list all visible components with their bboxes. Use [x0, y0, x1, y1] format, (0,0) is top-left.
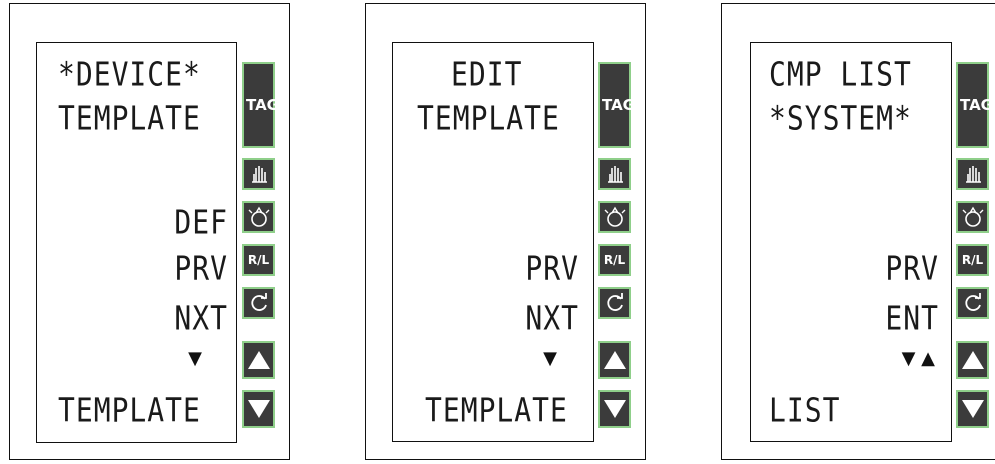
hand-icon: [965, 166, 981, 183]
hand-key[interactable]: [956, 158, 989, 190]
refresh-icon: [964, 293, 981, 311]
down-arrow-icon: [961, 400, 984, 418]
refresh-icon: [250, 293, 267, 311]
lcd-footer: TEMPLATE: [58, 391, 201, 430]
actuator-key[interactable]: [956, 201, 989, 233]
lcd-screen-2: EDIT TEMPLATE PRV NXT ▼ TEMPLATE: [392, 42, 594, 442]
refresh-key[interactable]: [242, 287, 275, 319]
down-key[interactable]: [598, 390, 631, 428]
rl-key-label: R/L: [961, 253, 984, 267]
rl-key[interactable]: R/L: [956, 244, 989, 276]
hand-icon: [607, 166, 623, 183]
down-key[interactable]: [956, 390, 989, 428]
lcd-title-line2: *SYSTEM*: [769, 99, 912, 138]
lcd-title-line2: TEMPLATE: [417, 99, 560, 138]
hand-icon: [251, 166, 267, 183]
scroll-indicator: ▼: [188, 348, 202, 369]
lcd-footer: LIST: [769, 391, 841, 430]
rl-key-label: R/L: [247, 253, 270, 267]
down-arrow-icon: [603, 400, 626, 418]
up-key[interactable]: [956, 341, 989, 379]
up-key[interactable]: [598, 341, 631, 379]
actuator-key[interactable]: [598, 201, 631, 233]
actuator-icon: [604, 206, 625, 227]
softkey-label-ent: ENT: [885, 299, 939, 338]
tag-key-label: TAG: [246, 96, 279, 114]
softkey-label-nxt: NXT: [174, 299, 228, 338]
device-panel-1: *DEVICE* TEMPLATE DEF PRV NXT ▼ TEMPLATE…: [9, 3, 290, 460]
up-key[interactable]: [242, 341, 275, 379]
tag-key-label: TAG: [960, 96, 993, 114]
up-arrow-icon: [603, 351, 626, 369]
lcd-title-line2: TEMPLATE: [58, 99, 201, 138]
refresh-icon: [606, 293, 623, 311]
lcd-screen-1: *DEVICE* TEMPLATE DEF PRV NXT ▼ TEMPLATE: [36, 42, 237, 443]
rl-key[interactable]: R/L: [598, 244, 631, 276]
hand-key[interactable]: [598, 158, 631, 190]
lcd-title-line1: *DEVICE*: [58, 55, 201, 94]
device-panel-2: EDIT TEMPLATE PRV NXT ▼ TEMPLATE TAG R/L: [365, 3, 646, 460]
softkey-label-prv: PRV: [885, 249, 939, 288]
actuator-icon: [962, 206, 983, 227]
scroll-indicator: ▼: [543, 348, 557, 369]
tag-key-label: TAG: [602, 96, 635, 114]
refresh-key[interactable]: [956, 287, 989, 319]
down-arrow-icon: [247, 400, 270, 418]
tag-key[interactable]: TAG: [956, 62, 993, 148]
softkey-label-prv: PRV: [525, 249, 579, 288]
device-panel-3: CMP LIST *SYSTEM* PRV ENT ▼ ▲ LIST TAG R…: [721, 3, 995, 460]
rl-key-label: R/L: [603, 253, 626, 267]
hand-key[interactable]: [242, 158, 275, 190]
tag-key[interactable]: TAG: [598, 62, 635, 148]
actuator-key[interactable]: [242, 201, 275, 233]
rl-key[interactable]: R/L: [242, 244, 275, 276]
softkey-label-nxt: NXT: [525, 299, 579, 338]
refresh-key[interactable]: [598, 287, 631, 319]
actuator-icon: [248, 206, 269, 227]
up-arrow-icon: [961, 351, 984, 369]
lcd-screen-3: CMP LIST *SYSTEM* PRV ENT ▼ ▲ LIST: [750, 42, 952, 442]
down-key[interactable]: [242, 390, 275, 428]
lcd-title-line1: EDIT: [451, 55, 523, 94]
lcd-footer: TEMPLATE: [425, 391, 568, 430]
up-arrow-icon: [247, 351, 270, 369]
tag-key[interactable]: TAG: [242, 62, 279, 148]
softkey-label-def: DEF: [174, 203, 228, 242]
lcd-title-line1: CMP LIST: [769, 55, 912, 94]
softkey-label-prv: PRV: [174, 249, 228, 288]
scroll-indicator: ▼ ▲: [901, 348, 935, 369]
